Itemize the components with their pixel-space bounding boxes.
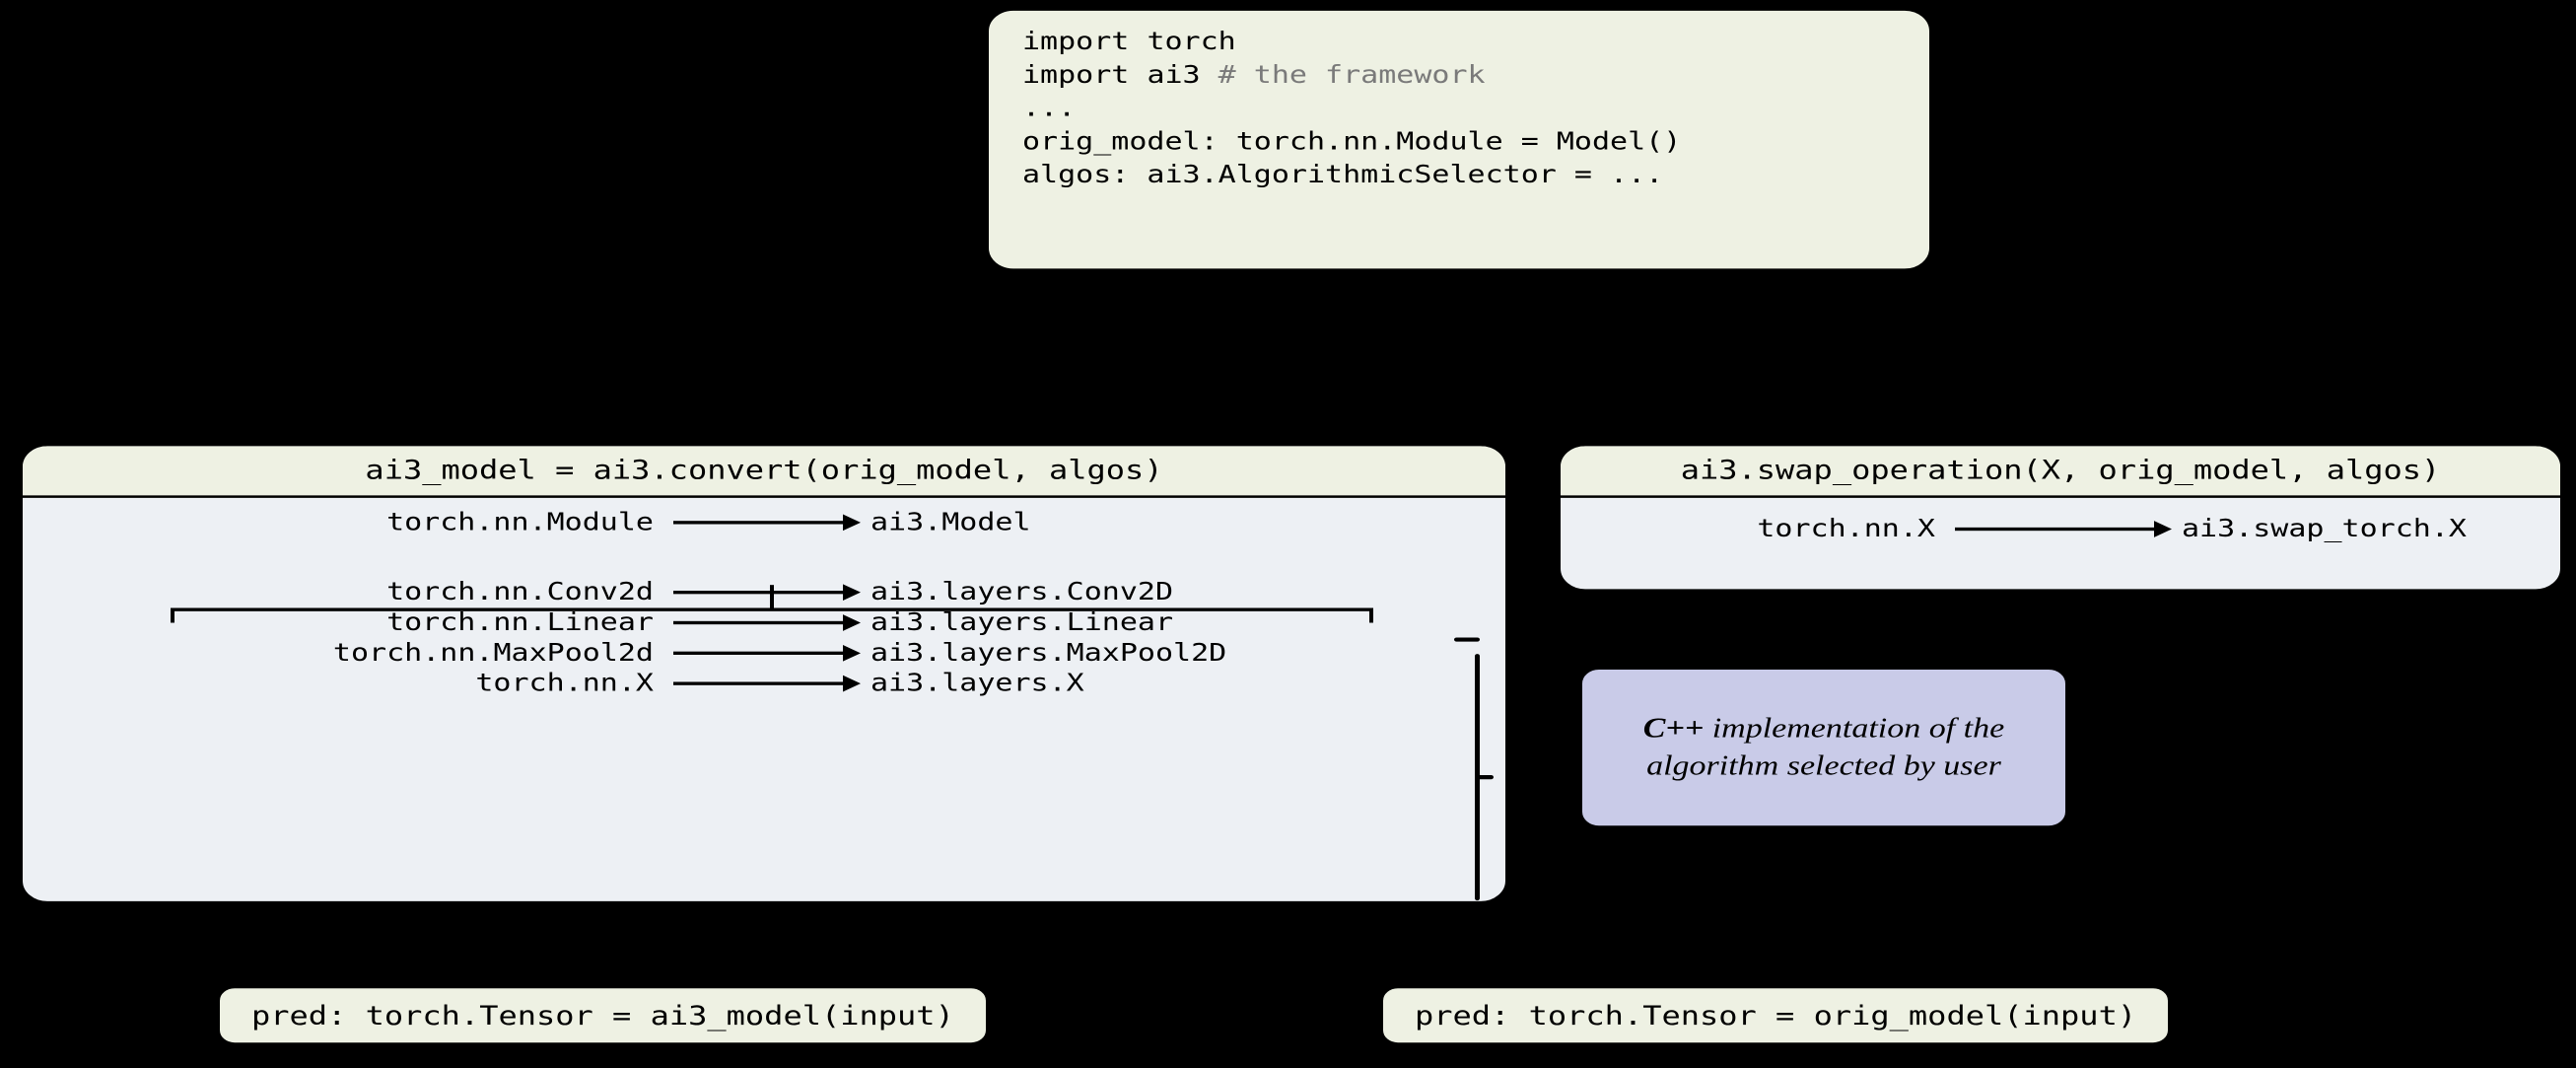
top-code-box: import torch import ai3 # the framework … <box>986 8 1932 271</box>
layer-row-right: ai3.layers.X <box>861 669 1476 697</box>
arrow-icon <box>673 510 861 534</box>
swap-row: torch.nn.X ai3.swap_torch.X <box>1590 515 2531 543</box>
result-right-text: pred: torch.Tensor = orig_model(input) <box>1415 1000 2136 1032</box>
connector <box>1696 273 1700 347</box>
cpp-label: C++ <box>1643 713 1704 744</box>
arrow-icon <box>673 640 861 665</box>
connector <box>769 345 773 444</box>
swap-row-left: torch.nn.X <box>1590 515 1955 543</box>
code-line-6: algos: ai3.AlgorithmicSelector = ... <box>1022 159 1896 192</box>
module-row: torch.nn.Module ai3.Model <box>52 508 1476 536</box>
arrow-icon <box>673 580 861 605</box>
connector <box>2056 829 2060 985</box>
swap-panel: ai3.swap_operation(X, orig_model, algos)… <box>1558 444 2563 592</box>
swap-panel-header: ai3.swap_operation(X, orig_model, algos) <box>1561 446 2560 497</box>
arrow-icon <box>673 610 861 635</box>
convert-panel-header: ai3_model = ai3.convert(orig_model, algo… <box>23 446 1505 497</box>
arrow-icon <box>673 671 861 695</box>
code-line-3: ... <box>1022 92 1896 125</box>
kw-import-1: import <box>1022 27 1147 55</box>
layer-row-left: torch.nn.Conv2d <box>52 578 673 606</box>
result-left-box: pred: torch.Tensor = ai3_model(input) <box>217 986 989 1045</box>
comment-framework: # the framework <box>1201 60 1486 89</box>
layer-row-left: torch.nn.X <box>52 669 673 697</box>
code-line-1: import torch <box>1022 26 1896 59</box>
swap-row-right: ai3.swap_torch.X <box>2172 515 2531 543</box>
layer-row-right: ai3.layers.Conv2D <box>861 578 1476 606</box>
module-row-right: ai3.Model <box>861 508 1476 536</box>
connector <box>2056 592 2060 641</box>
connector <box>2070 662 2271 665</box>
connector <box>1696 345 2060 348</box>
layer-row: torch.nn.X ai3.layers.X <box>52 669 1476 697</box>
result-left-text: pred: torch.Tensor = ai3_model(input) <box>251 1000 954 1032</box>
layer-row: torch.nn.Conv2d ai3.layers.Conv2D <box>52 578 1476 606</box>
code-line-2: import ai3 # the framework <box>1022 59 1896 93</box>
layer-row-left: torch.nn.MaxPool2d <box>52 638 673 667</box>
arrow-icon <box>1955 517 2172 541</box>
connector <box>2267 592 2271 666</box>
result-right-box: pred: torch.Tensor = orig_model(input) <box>1380 986 2171 1045</box>
layer-row: torch.nn.MaxPool2d ai3.layers.MaxPool2D <box>52 638 1476 667</box>
mod-torch: torch <box>1147 27 1235 55</box>
connector <box>769 345 1226 348</box>
code-line-5: orig_model: torch.nn.Module = Model() <box>1022 125 1896 159</box>
connector <box>759 903 763 985</box>
layer-row-right: ai3.layers.MaxPool2D <box>861 638 1476 667</box>
connector <box>1222 273 1226 347</box>
cpp-note-box: C++ implementation of the algorithm sele… <box>1577 666 2070 830</box>
convert-panel: ai3_model = ai3.convert(orig_model, algo… <box>20 444 1508 904</box>
connector <box>2056 345 2060 444</box>
connector <box>1512 740 1577 743</box>
module-row-left: torch.nn.Module <box>52 508 673 536</box>
kw-import-2: import <box>1022 60 1147 89</box>
mod-ai3: ai3 <box>1147 60 1200 89</box>
cpp-note-text: C++ implementation of the algorithm sele… <box>1606 710 2042 785</box>
right-bracket-icon <box>1450 637 1480 903</box>
